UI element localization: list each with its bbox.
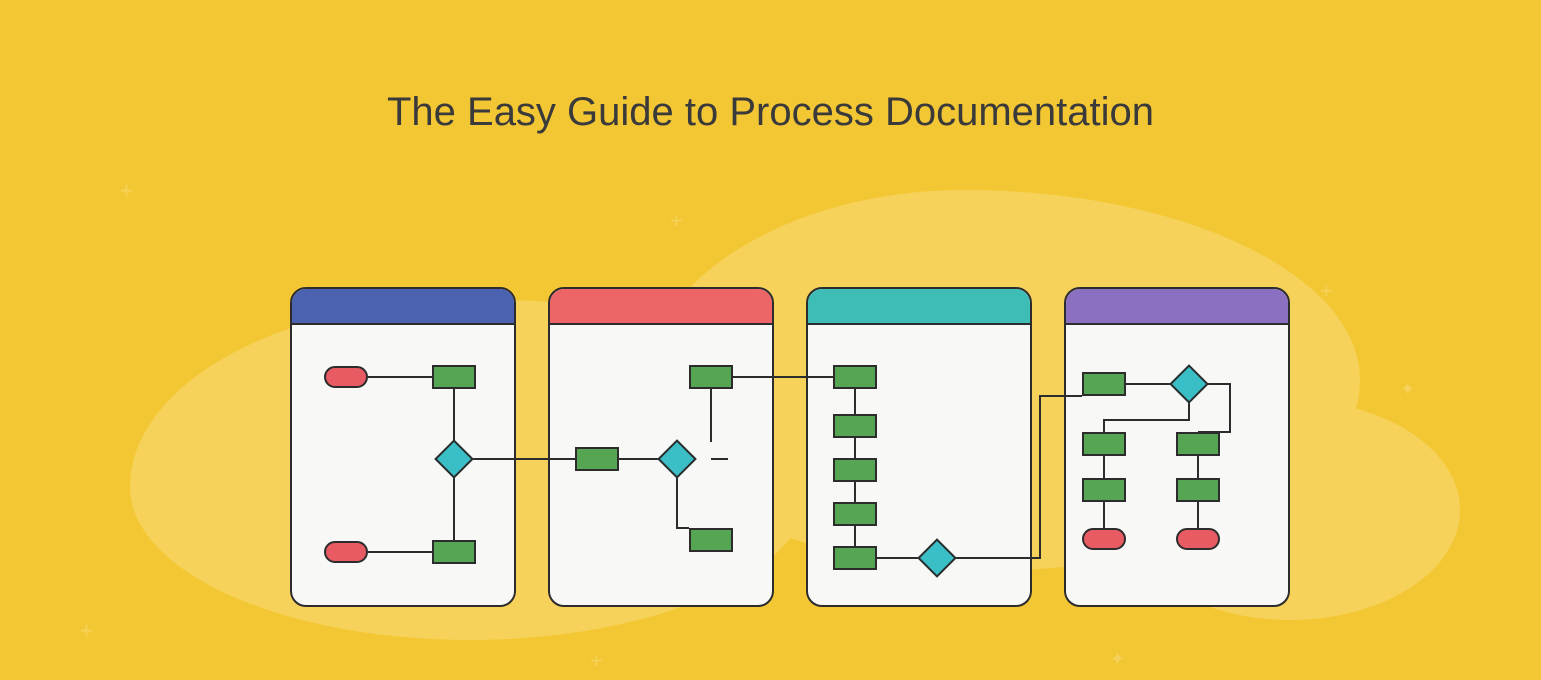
flowchart-terminator (1176, 528, 1220, 550)
flowchart-decision (660, 442, 694, 476)
flowchart-process (1082, 372, 1126, 396)
flowchart-decision (1172, 367, 1206, 401)
flowchart-process (833, 546, 877, 570)
sparkle-icon: + (120, 180, 133, 202)
flowchart-process (833, 458, 877, 482)
flowchart-process (689, 365, 733, 389)
sparkle-icon: ✦ (1400, 380, 1415, 398)
panel-header (292, 289, 514, 325)
sparkle-icon: ✦ (150, 520, 165, 538)
sparkle-icon: + (670, 210, 683, 232)
flowchart-process (432, 365, 476, 389)
flowchart-process (1176, 478, 1220, 502)
flowchart-process (833, 502, 877, 526)
flowchart-process (1082, 432, 1126, 456)
sparkle-icon: + (80, 620, 93, 642)
flowchart-decision (437, 442, 471, 476)
sparkle-icon: ✦ (880, 200, 893, 216)
panel-header (808, 289, 1030, 325)
sparkle-icon: + (1320, 280, 1333, 302)
flowchart-process (575, 447, 619, 471)
sparkle-icon: + (1030, 260, 1043, 282)
flowchart-process (833, 414, 877, 438)
flowchart-terminator (1082, 528, 1126, 550)
flowchart-terminator (324, 541, 368, 563)
hero-banner: + + ✦ + + ✦ + ✦ + + ✦ The Easy Guide to … (0, 0, 1541, 680)
sparkle-icon: + (590, 650, 603, 672)
flowchart-process (689, 528, 733, 552)
flowchart-process (1176, 432, 1220, 456)
flowchart-panel-1 (290, 287, 516, 607)
panel-header (1066, 289, 1288, 325)
flowchart-decision (920, 541, 954, 575)
sparkle-icon: ✦ (1110, 650, 1125, 668)
page-title: The Easy Guide to Process Documentation (0, 90, 1541, 135)
flowchart-process (1082, 478, 1126, 502)
flowchart-terminator (324, 366, 368, 388)
flowchart-process (432, 540, 476, 564)
flowchart-process (833, 365, 877, 389)
sparkle-icon: + (250, 430, 263, 452)
panel-header (550, 289, 772, 325)
